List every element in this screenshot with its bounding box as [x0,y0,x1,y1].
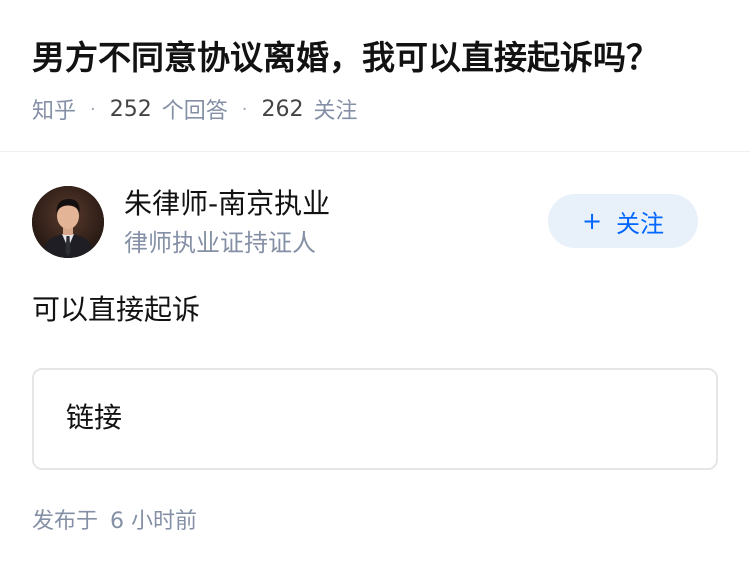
question-meta: 知乎 · 252 个回答 · 262 关注 [32,92,358,126]
source-label[interactable]: 知乎 [32,93,76,125]
link-card-label: 链接 [66,401,123,434]
link-card[interactable]: 链接 [32,368,718,470]
meta-separator: · [90,98,96,120]
answer-count: 252 [109,96,152,122]
follow-button[interactable]: + 关注 [548,194,698,248]
follower-count: 262 [261,96,304,122]
follow-button-label: 关注 [616,209,665,238]
avatar-photo [32,186,104,258]
meta-separator: · [241,98,248,120]
author-badge: 律师执业证持证人 [124,229,316,257]
question-title[interactable]: 男方不同意协议离婚，我可以直接起诉吗？ [32,33,659,83]
author-avatar[interactable] [32,186,104,258]
answer-content: 可以直接起诉 [32,293,201,326]
answer-count-label[interactable]: 个回答 [162,93,228,125]
author-name[interactable]: 朱律师-南京执业 [124,184,330,224]
plus-icon: + [581,207,603,235]
question-header: 男方不同意协议离婚，我可以直接起诉吗？ 知乎 · 252 个回答 · 262 关… [0,0,750,152]
publish-time: 发布于 6 小时前 [32,504,197,540]
publish-relative-time: 6 小时前 [110,509,198,534]
answer-page: 男方不同意协议离婚，我可以直接起诉吗？ 知乎 · 252 个回答 · 262 关… [0,0,750,572]
follower-count-label[interactable]: 关注 [314,93,358,125]
publish-prefix: 发布于 [32,509,99,534]
